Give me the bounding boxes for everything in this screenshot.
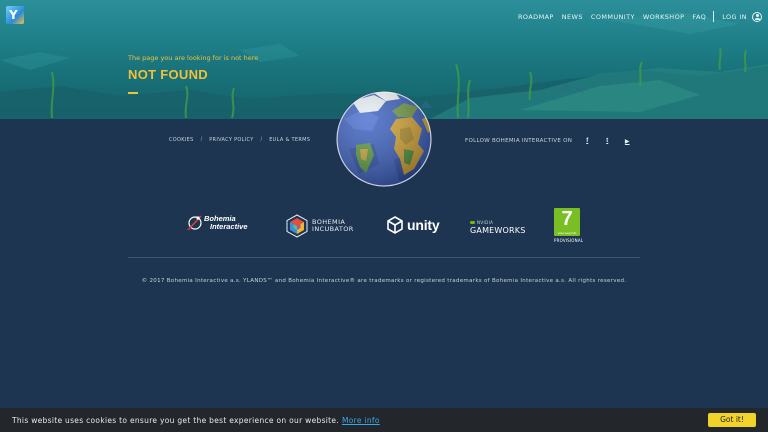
footer-link-privacy[interactable]: PRIVACY POLICY — [209, 137, 253, 143]
pegi-rating-badge[interactable]: 7 www.pegi.info PROVISIONAL — [554, 208, 584, 243]
login-button[interactable]: LOG IN — [722, 11, 762, 22]
nav-faq[interactable]: FAQ — [692, 13, 706, 21]
bohemia-logo-icon — [187, 215, 202, 231]
title-underline — [128, 92, 138, 94]
nav-workshop[interactable]: WORKSHOP — [643, 13, 685, 21]
facebook-icon[interactable]: f — [582, 136, 592, 146]
unity-cube-icon — [387, 216, 403, 234]
nav-community[interactable]: COMMUNITY — [591, 13, 635, 21]
cookie-banner: This website uses cookies to ensure you … — [0, 408, 768, 432]
cookie-accept-button[interactable]: Got it! — [708, 413, 756, 427]
pegi-provisional: PROVISIONAL — [554, 238, 584, 243]
unity-logo[interactable]: unity — [386, 216, 440, 234]
incubator-cube-icon — [286, 214, 308, 238]
copyright-text: © 2017 Bohemia Interactive a.s. YLANDS™ … — [141, 278, 627, 284]
footer-link-cookies[interactable]: COOKIES — [169, 137, 194, 143]
gameworks-label: GAMEWORKS — [470, 226, 526, 235]
nvidia-gameworks-logo[interactable]: NVIDIA GAMEWORKS — [470, 220, 526, 235]
footer-link-eula[interactable]: EULA & TERMS — [269, 137, 310, 143]
globe-icon — [336, 91, 432, 187]
ylands-logo[interactable]: Y — [6, 6, 24, 24]
youtube-icon[interactable]: ▶ — [622, 136, 632, 146]
ylands-logo-icon: Y — [9, 8, 18, 22]
footer-links: COOKIES / PRIVACY POLICY / EULA & TERMS — [169, 137, 310, 143]
bohemia-line2: Interactive — [210, 222, 248, 231]
page-title: NOT FOUND — [128, 67, 208, 82]
cookie-message: This website uses cookies to ensure you … — [12, 416, 339, 425]
nav-news[interactable]: NEWS — [562, 13, 583, 21]
login-label: LOG IN — [722, 12, 747, 21]
bohemia-interactive-logo[interactable]: Bohemia Interactive — [186, 214, 248, 232]
follow-label: FOLLOW BOHEMIA INTERACTIVE ON — [465, 138, 573, 144]
footer-divider — [128, 257, 640, 258]
not-found-subtitle: The page you are looking for is not here — [128, 54, 259, 62]
pegi-rating: 7 — [561, 208, 573, 230]
incubator-line2: INCUBATOR — [312, 225, 354, 233]
pegi-url: www.pegi.info — [557, 231, 577, 235]
bohemia-incubator-logo[interactable]: BOHEMIA INCUBATOR — [286, 214, 354, 238]
main-nav: ROADMAP NEWS COMMUNITY WORKSHOP FAQ LOG … — [510, 11, 762, 22]
link-separator: / — [260, 137, 263, 143]
nvidia-label: NVIDIA — [477, 220, 494, 225]
cookie-more-info-link[interactable]: More info — [342, 416, 380, 425]
nvidia-eye-icon — [470, 221, 475, 224]
nav-roadmap[interactable]: ROADMAP — [518, 13, 554, 21]
twitter-icon[interactable]: t — [602, 136, 612, 146]
unity-wordmark: unity — [407, 217, 440, 233]
user-icon — [752, 11, 762, 22]
social-follow: FOLLOW BOHEMIA INTERACTIVE ON f t ▶ — [465, 136, 632, 146]
nav-divider — [713, 11, 715, 22]
cookie-message-row: This website uses cookies to ensure you … — [12, 416, 380, 425]
link-separator: / — [200, 137, 203, 143]
